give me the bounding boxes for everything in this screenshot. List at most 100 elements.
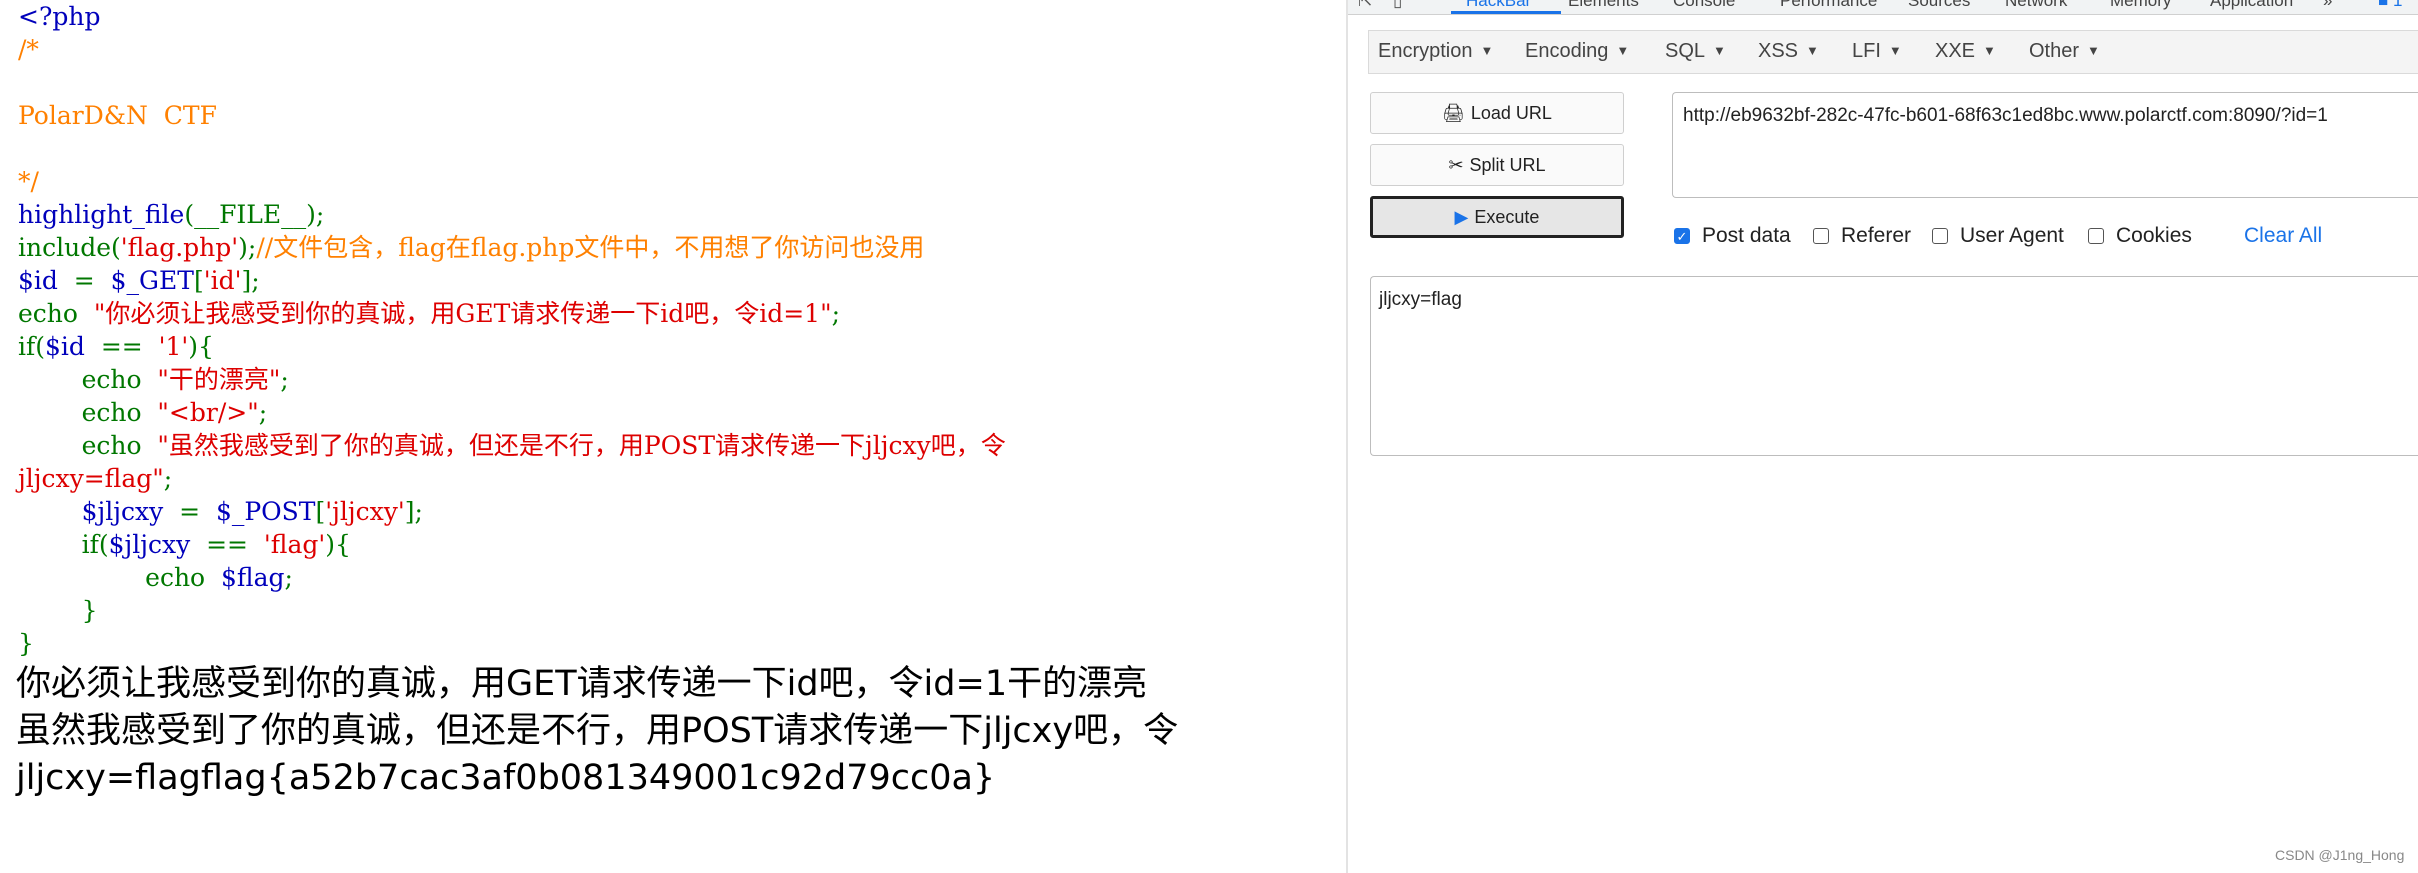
code-line-echo-5: echo $flag;: [18, 561, 293, 594]
url-input[interactable]: http://eb9632bf-282c-47fc-b601-68f63c1ed…: [1672, 92, 2418, 198]
user-agent-option[interactable]: User Agent: [1932, 224, 2064, 248]
code-token: );: [238, 233, 257, 262]
referer-option[interactable]: Referer: [1813, 224, 1911, 248]
code-comment-open: /*: [18, 35, 39, 64]
code-token: ;: [284, 563, 293, 592]
code-token: 'flag.php': [120, 233, 239, 262]
tab-memory[interactable]: Memory: [2110, 0, 2171, 11]
cookies-label: Cookies: [2116, 224, 2192, 247]
code-token: $id: [45, 332, 85, 361]
issues-count: 1: [2393, 0, 2403, 10]
code-line-if-1: if($id == '1'){: [18, 330, 214, 363]
code-token: include: [18, 233, 111, 262]
menu-xxe[interactable]: XXE ▼: [1935, 40, 1996, 63]
csdn-watermark: CSDN @J1ng_Hong: [2275, 847, 2405, 863]
code-token: "<br/>": [157, 398, 259, 427]
code-token: "你必须让我感受到你的真诚，用GET请求传递一下id吧，令id=1": [93, 299, 832, 328]
caret-down-icon: ▼: [1713, 43, 1726, 58]
devtools-panel: ⇱ ▯ HackBar Elements Console Performance…: [1348, 0, 2418, 873]
menu-label: Encoding: [1525, 40, 1609, 62]
code-token: //文件包含，flag在flag.php文件中，不用想了你访问也没用: [256, 233, 925, 262]
post-data-checkbox[interactable]: [1674, 228, 1690, 244]
tab-sources[interactable]: Sources: [1908, 0, 1970, 11]
code-token: ){: [188, 332, 214, 361]
referer-label: Referer: [1841, 224, 1912, 247]
code-token: [: [193, 266, 204, 295]
device-toolbar-icon[interactable]: ▯: [1393, 0, 1402, 11]
hackbar-menubar: Encryption ▼ Encoding ▼ SQL ▼ XSS ▼ LFI ▼ XXE…: [1368, 30, 2418, 74]
issues-badge[interactable]: ■ 1: [2378, 0, 2402, 11]
tab-application[interactable]: Application: [2210, 0, 2293, 11]
menu-label: XSS: [1758, 40, 1799, 62]
code-token: 'id': [203, 266, 242, 295]
code-token: ==: [84, 332, 159, 361]
post-data-label: Post data: [1702, 224, 1791, 247]
load-url-button[interactable]: 🖨 Load URL: [1370, 92, 1624, 134]
post-data-textarea[interactable]: jljcxy=flag: [1370, 276, 2418, 456]
referer-checkbox[interactable]: [1813, 228, 1829, 244]
code-line-echo-3: echo "<br/>";: [18, 396, 268, 429]
code-line-highlight-file: highlight_file(__FILE__);: [18, 198, 324, 231]
caret-down-icon: ▼: [1806, 43, 1819, 58]
menu-xss[interactable]: XSS ▼: [1758, 40, 1819, 63]
code-token: echo: [18, 431, 158, 460]
code-line-if-2: if($jljcxy == 'flag'){: [18, 528, 351, 561]
load-url-icon: 🖨: [1442, 102, 1465, 123]
code-token: ;: [831, 299, 841, 328]
menu-other[interactable]: Other ▼: [2029, 40, 2100, 63]
code-token: =: [163, 497, 216, 526]
execute-button[interactable]: ▶ Execute: [1370, 196, 1624, 238]
code-token: ;: [280, 365, 289, 394]
cookies-checkbox[interactable]: [2088, 228, 2104, 244]
split-url-button[interactable]: ✂ Split URL: [1370, 144, 1624, 186]
code-token: ;: [258, 398, 268, 427]
menu-label: SQL: [1665, 40, 1706, 62]
scissors-icon: ✂: [1448, 154, 1464, 175]
menu-lfi[interactable]: LFI ▼: [1852, 40, 1902, 63]
code-php-open: <?php: [18, 2, 101, 31]
php-source-page: <?php /* PolarD&N CTF */ highlight_file(…: [0, 0, 1346, 873]
devtools-tabbar: ⇱ ▯ HackBar Elements Console Performance…: [1348, 0, 2418, 15]
split-url-label: Split URL: [1469, 154, 1546, 175]
menu-label: XXE: [1935, 40, 1976, 62]
code-token: echo: [18, 398, 158, 427]
menu-label: LFI: [1852, 40, 1881, 62]
code-token: $_GET: [110, 266, 194, 295]
code-line-close-outer: }: [18, 629, 34, 658]
menu-label: Encryption: [1378, 40, 1473, 62]
code-line-echo-1: echo "你必须让我感受到你的真诚，用GET请求传递一下id吧，令id=1";: [18, 297, 840, 330]
caret-down-icon: ▼: [1480, 43, 1494, 58]
code-token: '1': [158, 332, 189, 361]
inspect-element-icon[interactable]: ⇱: [1358, 0, 1372, 11]
play-icon: ▶: [1454, 206, 1469, 227]
code-line-id-assign: $id = $_GET['id'];: [18, 264, 260, 297]
code-token: =: [57, 266, 111, 295]
code-token: highlight_file: [18, 200, 185, 229]
code-token: echo: [18, 299, 94, 328]
tab-console[interactable]: Console: [1673, 0, 1735, 11]
code-token: $_POST: [215, 497, 316, 526]
menu-encoding[interactable]: Encoding ▼: [1525, 40, 1629, 63]
menu-sql[interactable]: SQL ▼: [1665, 40, 1726, 63]
code-token: if(: [18, 530, 109, 559]
clear-all-link[interactable]: Clear All: [2244, 224, 2322, 248]
code-token: "干的漂亮": [157, 365, 281, 394]
output-line-2: 虽然我感受到了你的真诚，但还是不行，用POST请求传递一下jljcxy吧，令: [16, 711, 1179, 751]
code-comment-title: PolarD&N CTF: [18, 101, 217, 130]
tab-hackbar[interactable]: HackBar: [1466, 0, 1531, 11]
code-token: $flag: [221, 563, 285, 592]
user-agent-label: User Agent: [1960, 224, 2064, 247]
menu-encryption[interactable]: Encryption ▼: [1378, 40, 1493, 63]
tab-elements[interactable]: Elements: [1568, 0, 1639, 11]
code-token: ){: [325, 530, 351, 559]
more-tabs-icon[interactable]: »: [2323, 0, 2332, 11]
code-token: ];: [241, 266, 260, 295]
cookies-option[interactable]: Cookies: [2088, 224, 2192, 248]
tab-performance[interactable]: Performance: [1780, 0, 1877, 11]
tab-network[interactable]: Network: [2005, 0, 2067, 11]
user-agent-checkbox[interactable]: [1932, 228, 1948, 244]
active-tab-indicator: [1451, 11, 1561, 14]
post-data-option[interactable]: Post data: [1674, 224, 1791, 248]
output-line-1: 你必须让我感受到你的真诚，用GET请求传递一下id吧，令id=1干的漂亮: [16, 664, 1148, 704]
